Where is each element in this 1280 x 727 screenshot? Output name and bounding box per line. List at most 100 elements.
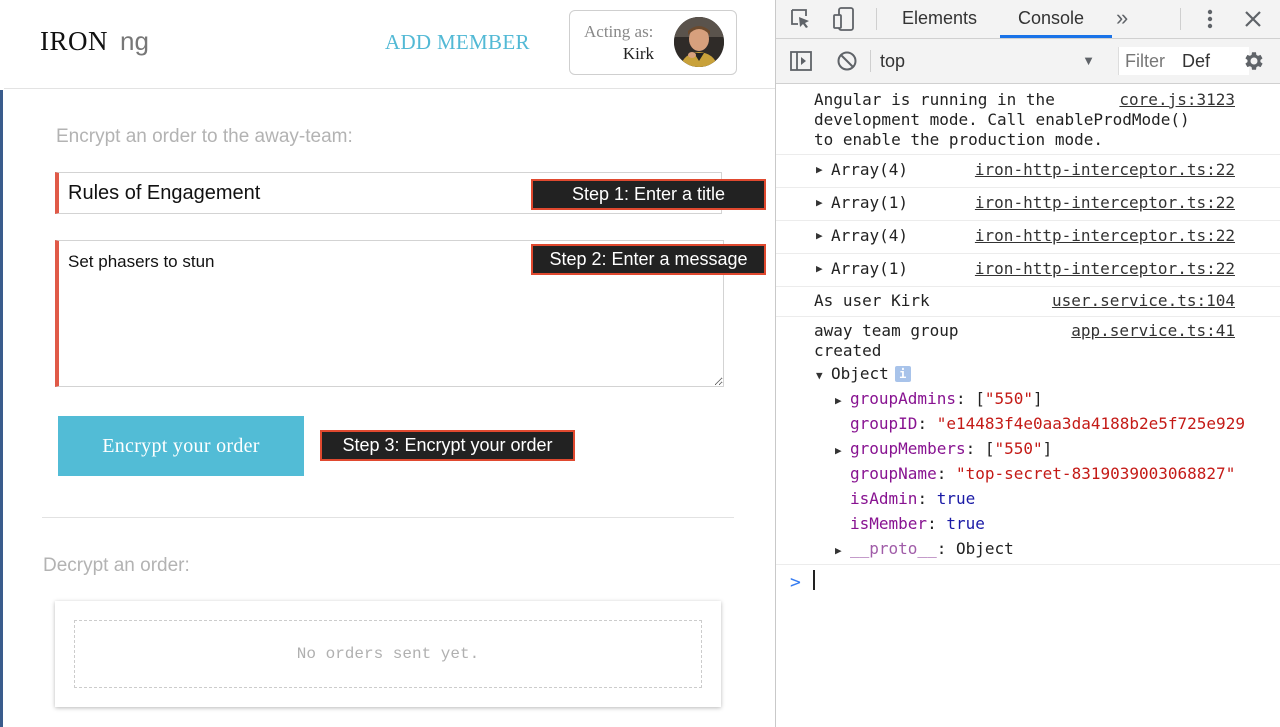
console-input-caret[interactable] (813, 570, 815, 590)
console-source-link[interactable]: app.service.ts:41 (1071, 321, 1235, 341)
console-source-link[interactable]: iron-http-interceptor.ts:22 (975, 226, 1235, 246)
console-message-text[interactable]: Array(4) (831, 226, 908, 246)
logo-suffix: ng (120, 26, 149, 56)
tab-elements[interactable]: Elements (902, 0, 977, 38)
prop-sep: : [ (965, 439, 995, 458)
acting-as-label: Acting as: (584, 22, 654, 41)
prop-key: groupID (850, 414, 918, 433)
console-prompt-icon: > (790, 572, 801, 593)
object-prop-groupadmins[interactable]: groupAdmins: ["550"] (850, 389, 1043, 409)
prop-key: __proto__ (850, 539, 937, 558)
expand-triangle-icon[interactable]: ▶ (816, 163, 823, 176)
tab-console[interactable]: Console (1018, 0, 1084, 38)
close-icon[interactable] (1242, 8, 1264, 30)
toolbar-separator (876, 8, 877, 30)
step2-annotation: Step 2: Enter a message (531, 244, 766, 275)
info-icon[interactable]: i (894, 366, 911, 382)
console-message: ▶ Array(4) iron-http-interceptor.ts:22 (776, 220, 1280, 254)
prop-end: ] (1033, 389, 1043, 408)
expand-triangle-icon[interactable]: ▶ (835, 544, 842, 557)
acting-user-name: Kirk (622, 44, 654, 63)
prop-value: Object (955, 539, 1014, 558)
console-output: Angular is running in the development mo… (776, 84, 1280, 727)
acting-as-box[interactable]: Acting as: Kirk (569, 10, 737, 75)
add-member-link[interactable]: ADD MEMBER (385, 30, 530, 55)
orders-empty-state: No orders sent yet. (74, 620, 702, 688)
orders-card: No orders sent yet. (55, 601, 721, 707)
prop-value: "top-secret-8319039003068827" (955, 464, 1236, 483)
prop-sep: : (936, 464, 956, 483)
prop-key: groupName (850, 464, 937, 483)
object-prop-groupmembers[interactable]: groupMembers: ["550"] (850, 439, 1052, 459)
encrypt-order-button[interactable]: Encrypt your order (58, 416, 304, 476)
active-tab-indicator (1000, 35, 1112, 38)
collapse-triangle-icon[interactable]: ▼ (816, 369, 823, 382)
context-select[interactable]: top ▼ (880, 49, 1095, 73)
console-source-link[interactable]: iron-http-interceptor.ts:22 (975, 193, 1235, 213)
console-toolbar: top ▼ Filter Def (776, 39, 1280, 84)
app-header: IRON ng ADD MEMBER Acting as: Kirk (4, 0, 775, 89)
object-prop-isadmin: isAdmin: true (850, 489, 975, 509)
toolbar-separator (870, 50, 871, 72)
console-source-link[interactable]: user.service.ts:104 (1052, 291, 1235, 311)
console-message-text: away team group created (814, 321, 959, 360)
console-message: Angular is running in the development mo… (776, 84, 1280, 155)
user-avatar[interactable] (674, 17, 724, 67)
prop-key: groupAdmins (850, 389, 956, 408)
object-root[interactable]: Object i (831, 364, 911, 384)
prop-end: ] (1042, 439, 1053, 458)
object-prop-groupid: groupID: "e14483f4e0aa3da4188b2e5f725e92… (850, 414, 1245, 434)
prop-sep: : (927, 514, 947, 533)
context-value: top (880, 51, 906, 71)
app-logo[interactable]: IRON ng (40, 26, 149, 57)
console-message: As user Kirk user.service.ts:104 (776, 286, 1280, 317)
avatar-portrait-icon (674, 17, 724, 67)
prop-value: "e14483f4e0aa3da4188b2e5f725e929 (936, 414, 1245, 433)
object-prop-groupname: groupName: "top-secret-8319039003068827" (850, 464, 1235, 484)
more-tabs-button[interactable]: » (1116, 0, 1128, 38)
console-message: away team group created app.service.ts:4… (776, 316, 1280, 565)
step1-annotation: Step 1: Enter a title (531, 179, 766, 210)
prop-value: "550" (984, 389, 1034, 408)
console-message: ▶ Array(4) iron-http-interceptor.ts:22 (776, 154, 1280, 188)
app-pane: IRON ng ADD MEMBER Acting as: Kirk Encryp… (0, 0, 775, 727)
expand-triangle-icon[interactable]: ▶ (816, 196, 823, 209)
console-source-link[interactable]: iron-http-interceptor.ts:22 (975, 259, 1235, 279)
prop-sep: : [ (955, 389, 985, 408)
inspect-element-icon[interactable] (790, 8, 812, 30)
section-divider (42, 517, 734, 518)
object-label: Object (831, 364, 889, 383)
console-filter-input[interactable]: Filter Def (1118, 47, 1249, 75)
kebab-menu-icon[interactable] (1202, 8, 1218, 30)
prop-value: true (936, 489, 976, 508)
prop-sep: : (917, 414, 937, 433)
expand-triangle-icon[interactable]: ▶ (835, 394, 842, 407)
console-source-link[interactable]: iron-http-interceptor.ts:22 (975, 160, 1235, 180)
console-source-link[interactable]: core.js:3123 (1119, 90, 1235, 110)
logo-brand: IRON (40, 26, 108, 56)
expand-triangle-icon[interactable]: ▶ (816, 229, 823, 242)
window-edge (0, 90, 3, 727)
devtools-panel: Elements Console » top ▼ Filter Def Angu… (775, 0, 1280, 727)
step3-annotation: Step 3: Encrypt your order (320, 430, 575, 461)
devtools-tabbar: Elements Console » (776, 0, 1280, 39)
settings-gear-icon[interactable] (1242, 49, 1266, 73)
expand-triangle-icon[interactable]: ▶ (835, 444, 842, 457)
dropdown-arrow-icon: ▼ (1082, 53, 1095, 68)
console-message: ▶ Array(1) iron-http-interceptor.ts:22 (776, 253, 1280, 287)
console-message-text[interactable]: Array(4) (831, 160, 908, 180)
prop-sep: : (917, 489, 937, 508)
prop-sep: : (936, 539, 956, 558)
object-prop-proto[interactable]: __proto__: Object (850, 539, 1014, 559)
console-message-text[interactable]: Array(1) (831, 193, 908, 213)
device-toolbar-icon[interactable] (832, 6, 856, 32)
prop-key: groupMembers (850, 439, 966, 458)
console-sidebar-icon[interactable] (790, 51, 812, 71)
clear-console-icon[interactable] (836, 50, 858, 72)
log-level-select[interactable]: Def (1182, 51, 1210, 71)
expand-triangle-icon[interactable]: ▶ (816, 262, 823, 275)
prop-key: isAdmin (850, 489, 918, 508)
console-message-text[interactable]: Array(1) (831, 259, 908, 279)
encrypt-section-title: Encrypt an order to the away-team: (56, 126, 353, 147)
prop-value: true (946, 514, 985, 533)
